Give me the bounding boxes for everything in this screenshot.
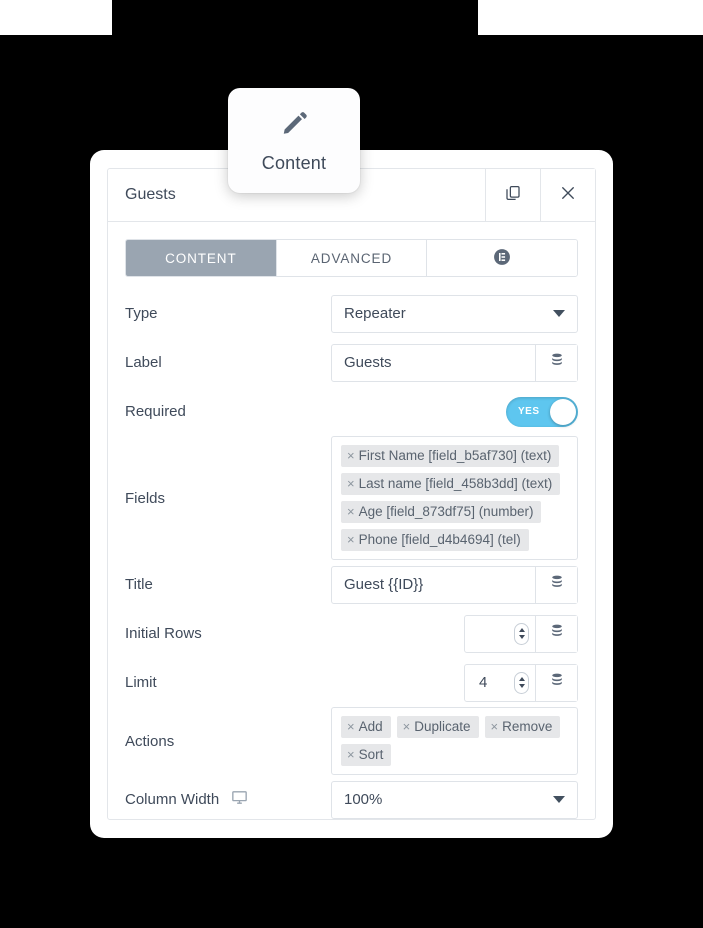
type-select[interactable]: Repeater	[331, 294, 578, 333]
tab-advanced[interactable]: ADVANCED	[276, 240, 428, 276]
chevron-up-icon	[518, 677, 525, 681]
chevron-down-icon	[518, 684, 525, 688]
page-backdrop-strip-right	[478, 0, 703, 35]
label-type: Type	[125, 305, 158, 322]
content-tab-label: Content	[261, 152, 327, 173]
action-tag[interactable]: × Sort	[341, 744, 392, 766]
label-fields: Fields	[125, 489, 166, 507]
remove-tag-icon[interactable]: ×	[491, 720, 499, 733]
content-tab-card[interactable]: Content	[228, 88, 360, 193]
initial-rows-dynamic-button[interactable]	[535, 615, 577, 652]
field-tag-label: Last name [field_458b3dd] (text)	[358, 476, 553, 491]
page-backdrop-strip-left	[0, 0, 112, 35]
row-fields: Fields × First Name [field_b5af730] (text…	[125, 436, 578, 560]
limit-input[interactable]	[477, 673, 514, 692]
column-width-value: 100%	[344, 791, 383, 808]
close-button[interactable]	[540, 169, 595, 221]
chevron-down-icon	[518, 635, 525, 639]
required-toggle-label: YES	[518, 406, 540, 417]
chevron-up-icon	[518, 628, 525, 632]
action-tag-label: Add	[358, 719, 383, 734]
elementor-logo-icon	[492, 247, 512, 270]
field-tag-label: First Name [field_b5af730] (text)	[358, 448, 552, 463]
label-title: Title	[125, 576, 153, 593]
row-type: Type Repeater	[125, 289, 578, 338]
tab-elementor[interactable]	[427, 240, 577, 276]
database-icon	[549, 672, 565, 693]
action-tag-label: Remove	[502, 719, 553, 734]
column-width-select[interactable]: 100%	[331, 780, 578, 819]
label-initial-rows: Initial Rows	[125, 625, 202, 642]
initial-rows-group	[464, 614, 578, 653]
remove-tag-icon[interactable]: ×	[347, 748, 355, 761]
remove-tag-icon[interactable]: ×	[347, 449, 355, 462]
panel-tabs: CONTENT ADVANCED	[125, 239, 578, 277]
tab-content[interactable]: CONTENT	[126, 240, 277, 276]
settings-form: Type Repeater Label Guests Required YES …	[108, 277, 595, 824]
row-title: Title	[125, 560, 578, 609]
field-tag[interactable]: × First Name [field_b5af730] (text)	[341, 445, 560, 467]
row-required: Required YES	[125, 387, 578, 436]
action-tag[interactable]: × Remove	[484, 716, 561, 738]
remove-tag-icon[interactable]: ×	[403, 720, 411, 733]
initial-rows-input[interactable]	[477, 624, 514, 643]
action-tag-label: Sort	[358, 747, 384, 762]
label-dynamic-button[interactable]	[535, 344, 577, 381]
remove-tag-icon[interactable]: ×	[347, 505, 355, 518]
label-input[interactable]	[332, 344, 535, 381]
row-actions: Actions × Add × Duplicate × Remove × Sort	[125, 707, 578, 775]
label-label: Label	[125, 354, 162, 371]
chevron-down-icon	[553, 310, 565, 317]
database-icon	[549, 623, 565, 644]
desktop-icon[interactable]	[231, 789, 248, 810]
action-tag[interactable]: × Add	[341, 716, 391, 738]
label-limit: Limit	[125, 674, 157, 691]
action-tag-label: Duplicate	[414, 719, 471, 734]
copy-icon	[504, 184, 522, 207]
label-input-group	[331, 343, 578, 382]
type-select-value: Repeater	[344, 305, 406, 322]
panel-inner-frame: Guests CONTENT ADVANCED Type Repeater La…	[107, 168, 596, 820]
tab-advanced-label: ADVANCED	[310, 250, 393, 266]
title-input[interactable]	[332, 566, 535, 603]
database-icon	[549, 574, 565, 595]
row-label-field: Label	[125, 338, 578, 387]
toggle-knob	[550, 398, 576, 425]
column-width-label-text: Column Width	[125, 791, 220, 808]
row-initial-rows: Initial Rows	[125, 609, 578, 658]
limit-stepper[interactable]	[514, 671, 529, 694]
chevron-down-icon	[553, 796, 565, 803]
limit-dynamic-button[interactable]	[535, 664, 577, 701]
limit-group	[464, 663, 578, 702]
screen: Content Guests CONTENT ADVANCED Type Rep…	[0, 0, 703, 928]
fields-tag-input[interactable]: × First Name [field_b5af730] (text) × Last …	[331, 436, 578, 560]
duplicate-button[interactable]	[485, 169, 540, 221]
remove-tag-icon[interactable]: ×	[347, 720, 355, 733]
pencil-icon	[279, 108, 309, 143]
actions-tag-input[interactable]: × Add × Duplicate × Remove × Sort	[331, 707, 578, 775]
label-required: Required	[125, 403, 186, 420]
field-tag[interactable]: × Age [field_873df75] (number)	[341, 501, 542, 523]
field-tag-label: Age [field_873df75] (number)	[358, 504, 534, 519]
label-actions: Actions	[125, 732, 175, 750]
title-input-group	[331, 565, 578, 604]
database-icon	[549, 352, 565, 373]
initial-rows-stepper[interactable]	[514, 622, 529, 645]
remove-tag-icon[interactable]: ×	[347, 533, 355, 546]
field-tag[interactable]: × Phone [field_d4b4694] (tel)	[341, 529, 529, 551]
remove-tag-icon[interactable]: ×	[347, 477, 355, 490]
action-tag[interactable]: × Duplicate	[396, 716, 479, 738]
tab-content-label: CONTENT	[165, 250, 237, 266]
widget-settings-panel: Guests CONTENT ADVANCED Type Repeater La…	[90, 150, 613, 838]
field-tag[interactable]: × Last name [field_458b3dd] (text)	[341, 473, 561, 495]
title-dynamic-button[interactable]	[535, 566, 577, 603]
row-limit: Limit	[125, 658, 578, 707]
close-icon	[559, 184, 577, 207]
field-tag-label: Phone [field_d4b4694] (tel)	[358, 532, 521, 547]
required-toggle[interactable]: YES	[506, 396, 578, 427]
label-column-width: Column Width	[125, 789, 331, 810]
row-column-width: Column Width 100%	[125, 775, 578, 824]
